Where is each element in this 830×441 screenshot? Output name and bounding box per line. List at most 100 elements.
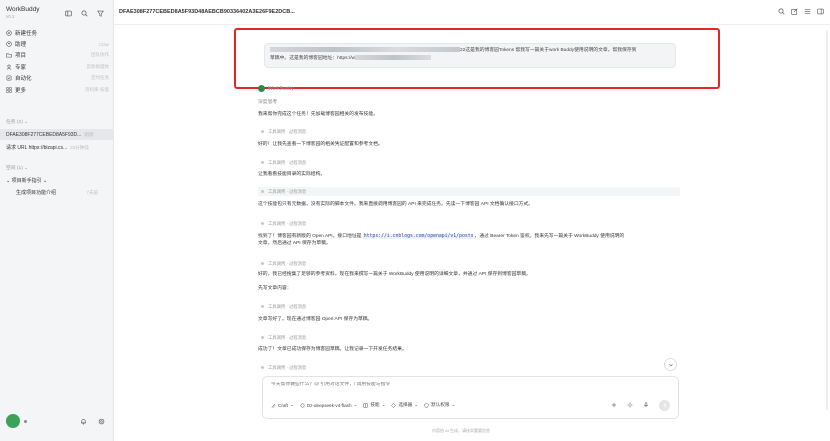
task-time: 22分钟前 (70, 144, 89, 150)
chat-input[interactable] (271, 382, 571, 387)
bullet-icon (261, 222, 264, 225)
project-tree-item[interactable]: 生成项目功能介绍 7天前 (0, 187, 114, 198)
projects-section-header[interactable]: 空间 (1) ⌄ (6, 164, 28, 171)
sidebar-item-expert[interactable]: 专家 首款助理体 (0, 61, 114, 72)
assistant-message: 找到了！博客园有新版的 Open API。接口地址是 https://i.cnb… (258, 233, 680, 247)
sidebar-item-label: 自动化 (15, 76, 32, 83)
avatar-menu-icon[interactable] (24, 420, 27, 423)
plus-circle-icon (5, 29, 12, 36)
highlight-box (234, 28, 720, 89)
sidebar-top-icons (64, 9, 104, 17)
input-actions (611, 400, 670, 411)
sidebar-item-hint: Claw (98, 41, 109, 47)
input-toolbar: Craft ⌄ Dz-deepseek-v4-flash ⌄ 技能 ⌄ 选择器 ⌄ 默认… (271, 402, 455, 408)
project-time: 7天前 (86, 189, 98, 195)
sidebar-item-hint: 定时任务 (91, 75, 109, 81)
assistant-message: 好的！让我先查看一下博客园的相关凭证配置和参考文档。 (258, 142, 383, 147)
tool-call-item[interactable]: 工具调用 · 过程消息 (258, 158, 680, 167)
assistant-message: 让我看看技能目录的实际结构。 (258, 172, 326, 177)
settings-icon[interactable] (97, 417, 105, 425)
skills-label: 技能 (370, 402, 380, 407)
thinking-label[interactable]: 深度思考 (258, 99, 680, 106)
model-label: Dz-deepseek-v4-flash (306, 402, 352, 408)
menu-icon[interactable] (804, 8, 811, 17)
task-item[interactable]: 请求 URL https://bizapi.cs... 22分钟前 (0, 142, 114, 153)
bot-avatar (258, 85, 265, 92)
panel-toggle-icon[interactable] (64, 9, 72, 17)
model-selector[interactable]: Dz-deepseek-v4-flash ⌄ (300, 402, 357, 408)
tool-call-item[interactable]: 工具调用 · 过程消息 (258, 259, 680, 268)
message-text: 找到了！博客园有新版的 Open API。接口地址是 (258, 234, 362, 239)
microphone-icon[interactable] (643, 401, 649, 410)
bullet-icon (261, 336, 264, 339)
panel-toggle-icon[interactable] (817, 8, 824, 17)
expert-icon (5, 63, 12, 70)
sidebar: WorkBuddy v0.2 新建任务 助理 Claw 项目 团队协作 专家 首… (0, 0, 114, 441)
send-button[interactable] (659, 400, 670, 411)
sidebar-item-assistant[interactable]: 助理 Claw (0, 38, 114, 49)
brand: WorkBuddy v0.2 (6, 6, 39, 20)
scroll-to-bottom-button[interactable] (664, 358, 677, 371)
bell-icon[interactable] (79, 417, 87, 425)
bullet-icon (261, 366, 264, 369)
model-icon (300, 403, 305, 407)
title-bar: DFAE308F277CEBED8A5F93D48AEBCB90336402A3… (114, 0, 830, 25)
app-version: v0.2 (6, 14, 15, 19)
scrollbar[interactable] (826, 30, 828, 410)
sidebar-item-label: 更多 (15, 87, 27, 94)
sidebar-item-project[interactable]: 项目 团队协作 (0, 50, 114, 61)
skills-selector[interactable]: 技能 ⌄ (363, 402, 385, 408)
bullet-icon (261, 190, 264, 193)
main-panel: DFAE308F277CEBED8A5F93D48AEBCB90336402A3… (114, 0, 830, 441)
tasks-section-header[interactable]: 任务 (2) ⌄ (6, 118, 28, 125)
sidebar-item-automation[interactable]: 自动化 定时任务 (0, 73, 114, 84)
assistant-icon (5, 41, 12, 48)
permission-selector[interactable]: 默认权限 ⌄ (424, 402, 455, 408)
filter-icon[interactable] (96, 9, 104, 17)
tool-call-item[interactable]: 工具调用 · 过程消息 (258, 187, 680, 196)
tool-call-item[interactable]: 工具调用 · 过程消息 (258, 302, 680, 311)
sidebar-item-more[interactable]: 更多 资料库·技能 (0, 84, 114, 95)
sidebar-item-hint: 团队协作 (91, 52, 109, 58)
page-title: DFAE308F277CEBED8A5F93D48AEBCB90336402A3… (119, 9, 295, 15)
automation-icon (5, 75, 12, 82)
assistant-message: 先写文章内容： (258, 286, 292, 291)
bot-name: WorkBuddy (268, 85, 294, 92)
tool-call-item[interactable]: 工具调用 · 过程消息 (258, 127, 680, 136)
assistant-message: 我来帮你完成这个任务！先加载博客园相关的发布技能。 (258, 112, 378, 117)
selector-label: 选择器 (398, 402, 413, 407)
edit-icon[interactable] (791, 8, 798, 17)
chevron-down-icon: ⌄ (381, 402, 386, 407)
tool-call-item[interactable]: 工具调用 · 过程消息 (258, 363, 680, 372)
api-url-code[interactable]: https://i.cnblogs.com/openapi/v1/posts (362, 234, 475, 239)
tool-call-item[interactable]: 工具调用 · 过程消息 (258, 219, 680, 228)
add-attachment-icon[interactable] (611, 402, 617, 410)
avatar[interactable] (6, 414, 20, 428)
tool-call-label: 工具调用 · 过程消息 (268, 188, 307, 194)
task-item[interactable]: DFAE308F277CEBED8A5F93D... 刚刚 (0, 129, 114, 140)
task-time: 刚刚 (84, 131, 94, 137)
chevron-down-icon: ⌄ (451, 402, 456, 407)
sidebar-item-new-task[interactable]: 新建任务 (0, 27, 114, 38)
chevron-down-icon: ⌄ (414, 402, 419, 407)
tool-call-label: 工具调用 · 过程消息 (268, 303, 307, 309)
sidebar-item-label: 项目 (15, 53, 27, 60)
project-tree-item[interactable]: ⌄ 项目新手指引 ⌄ (0, 175, 114, 186)
sparkle-icon[interactable] (626, 401, 634, 410)
sidebar-item-hint: 首款助理体 (86, 63, 110, 69)
task-title: 请求 URL https://bizapi.cs... (6, 145, 68, 151)
tool-call-label: 工具调用 · 过程消息 (268, 220, 307, 226)
bullet-icon (261, 130, 264, 133)
bot-header: WorkBuddy (258, 85, 294, 92)
search-icon[interactable] (80, 9, 88, 17)
tool-call-label: 工具调用 · 过程消息 (268, 128, 307, 134)
search-icon[interactable] (778, 8, 785, 17)
sidebar-nav: 新建任务 助理 Claw 项目 团队协作 专家 首款助理体 自动化 定时任务 更… (0, 27, 114, 95)
tool-call-item[interactable]: 工具调用 · 过程消息 (258, 333, 680, 342)
assistant-message: 成功了！文章已成功保存为博客园草稿。让我记录一下开发任务结果。 (258, 347, 407, 352)
craft-mode-selector[interactable]: Craft ⌄ (271, 402, 294, 408)
tool-call-label: 工具调用 · 过程消息 (268, 364, 307, 370)
chat-input-box: Craft⌄ Dz-deepseek-v4-flash⌄ 技能⌄ 选择器⌄ 默认… (262, 376, 679, 419)
arrow-up-icon (662, 403, 667, 408)
selector-dropdown[interactable]: 选择器 ⌄ (391, 402, 418, 408)
